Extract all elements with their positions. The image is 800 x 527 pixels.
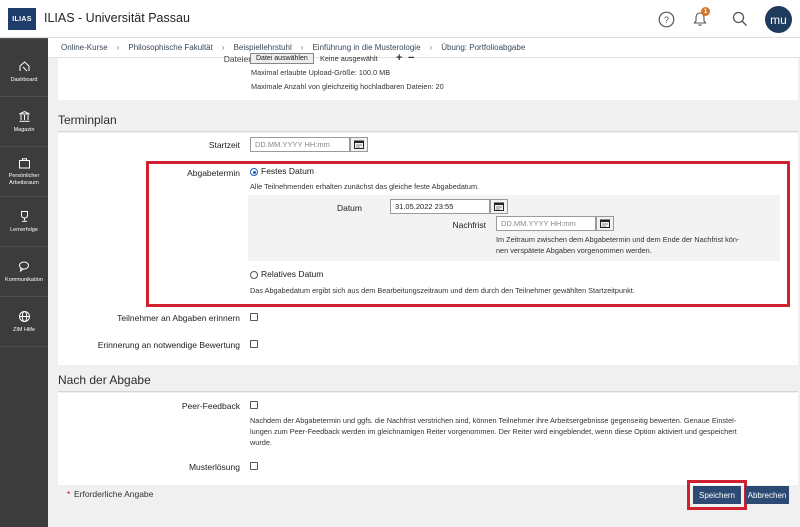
dashboard-icon (17, 60, 31, 74)
required-note: Erforderliche Angabe (74, 489, 154, 499)
musterloesung-label: Musterlösung (188, 462, 240, 472)
upload-label: Dateien (223, 54, 253, 64)
sidebar-item-label: ZIM Hilfe (13, 326, 35, 333)
bewertung-checkbox[interactable] (250, 340, 258, 348)
search-icon[interactable] (730, 9, 750, 29)
trophy-icon (17, 210, 31, 224)
bewertung-label: Erinnerung an notwendige Bewertung (97, 340, 240, 350)
cancel-button[interactable]: Abbrechen (745, 486, 789, 504)
sidebar-item-zim-hilfe[interactable]: ZIM Hilfe (0, 297, 48, 347)
sidebar-item-label: Kommunikation (5, 276, 43, 283)
svg-text:?: ? (663, 15, 668, 25)
breadcrumb-item[interactable]: Philosophische Fakultät (128, 43, 213, 52)
add-file-icon[interactable]: + (396, 52, 402, 64)
choose-file-button[interactable]: Datei auswählen (250, 53, 314, 64)
chevron-right-icon: › (300, 43, 304, 52)
top-header: ILIAS ILIAS - Universität Passau ? 1 mu (0, 0, 800, 38)
breadcrumb-item[interactable]: Online-Kurse (61, 43, 108, 52)
peer-feedback-checkbox[interactable] (250, 401, 258, 409)
section-heading-nach-abgabe: Nach der Abgabe (58, 369, 798, 392)
required-star: * (67, 489, 71, 499)
peer-feedback-info-line3: wurde. (250, 438, 272, 447)
chevron-right-icon: › (221, 43, 225, 52)
notification-bell-icon[interactable]: 1 (690, 7, 710, 29)
sidebar-item-label: Magazin (13, 126, 35, 133)
user-avatar[interactable]: mu (765, 6, 792, 33)
main-content: Dateien Datei auswählen Keine ausgewählt… (48, 52, 800, 527)
erinnern-label: Teilnehmer an Abgaben erinnern (117, 313, 240, 323)
sidebar-item-label: Lernerfolge (10, 226, 38, 233)
no-file-text: Keine ausgewählt (320, 54, 378, 63)
musterloesung-checkbox[interactable] (250, 462, 258, 470)
nach-abgabe-panel: Peer-Feedback Nachdem der Abgabetermin u… (58, 393, 798, 485)
breadcrumb-item[interactable]: Einführung in die Musterologie (312, 43, 420, 52)
chevron-right-icon: › (429, 43, 433, 52)
highlight-box (146, 161, 790, 307)
library-icon (17, 110, 31, 124)
sidebar-item-lernerfolge[interactable]: Lernerfolge (0, 197, 48, 247)
sidebar-item-magazin[interactable]: Magazin (0, 97, 48, 147)
chevron-right-icon: › (116, 43, 120, 52)
erinnern-checkbox[interactable] (250, 313, 258, 321)
breadcrumb: Online-Kurse › Philosophische Fakultät ›… (48, 38, 800, 58)
main-sidebar: Dashboard Magazin Persönlicher Arbeitsra… (0, 38, 48, 527)
startzeit-label: Startzeit (208, 140, 240, 150)
notification-count-badge: 1 (701, 7, 710, 16)
peer-feedback-label: Peer-Feedback (181, 401, 240, 411)
section-heading-terminplan: Terminplan (58, 109, 798, 132)
breadcrumb-item[interactable]: Beispiellehrstuhl (234, 43, 292, 52)
help-icon[interactable]: ? (656, 9, 676, 29)
ilias-logo[interactable]: ILIAS (8, 8, 36, 30)
workspace-icon (17, 156, 31, 170)
sidebar-item-workspace[interactable]: Persönlicher Arbeitsraum (0, 147, 48, 197)
calendar-icon[interactable] (350, 137, 368, 152)
chat-icon (17, 260, 31, 274)
globe-icon (17, 310, 31, 324)
startzeit-input[interactable]: DD.MM.YYYY HH:mm (250, 137, 350, 152)
app-title: ILIAS - Universität Passau (44, 11, 190, 25)
remove-file-icon[interactable]: − (408, 52, 414, 64)
max-upload-size: Maximal erlaubte Upload-Größe: 100.0 MB (251, 68, 391, 77)
max-upload-count: Maximale Anzahl von gleichzeitig hochlad… (251, 82, 444, 91)
peer-feedback-info-line2: lungen zum Peer-Feedback werden im gleic… (250, 427, 737, 436)
sidebar-item-label: Dashboard (10, 76, 38, 83)
peer-feedback-info-line1: Nachdem der Abgabetermin und ggfs. die N… (250, 416, 737, 425)
sidebar-item-kommunikation[interactable]: Kommunikation (0, 247, 48, 297)
save-highlight-box (687, 480, 747, 510)
breadcrumb-item[interactable]: Übung: Portfolioabgabe (441, 43, 525, 52)
sidebar-item-dashboard[interactable]: Dashboard (0, 47, 48, 97)
upload-panel: Dateien Datei auswählen Keine ausgewählt… (58, 52, 798, 100)
sidebar-item-label: Persönlicher Arbeitsraum (8, 173, 40, 186)
